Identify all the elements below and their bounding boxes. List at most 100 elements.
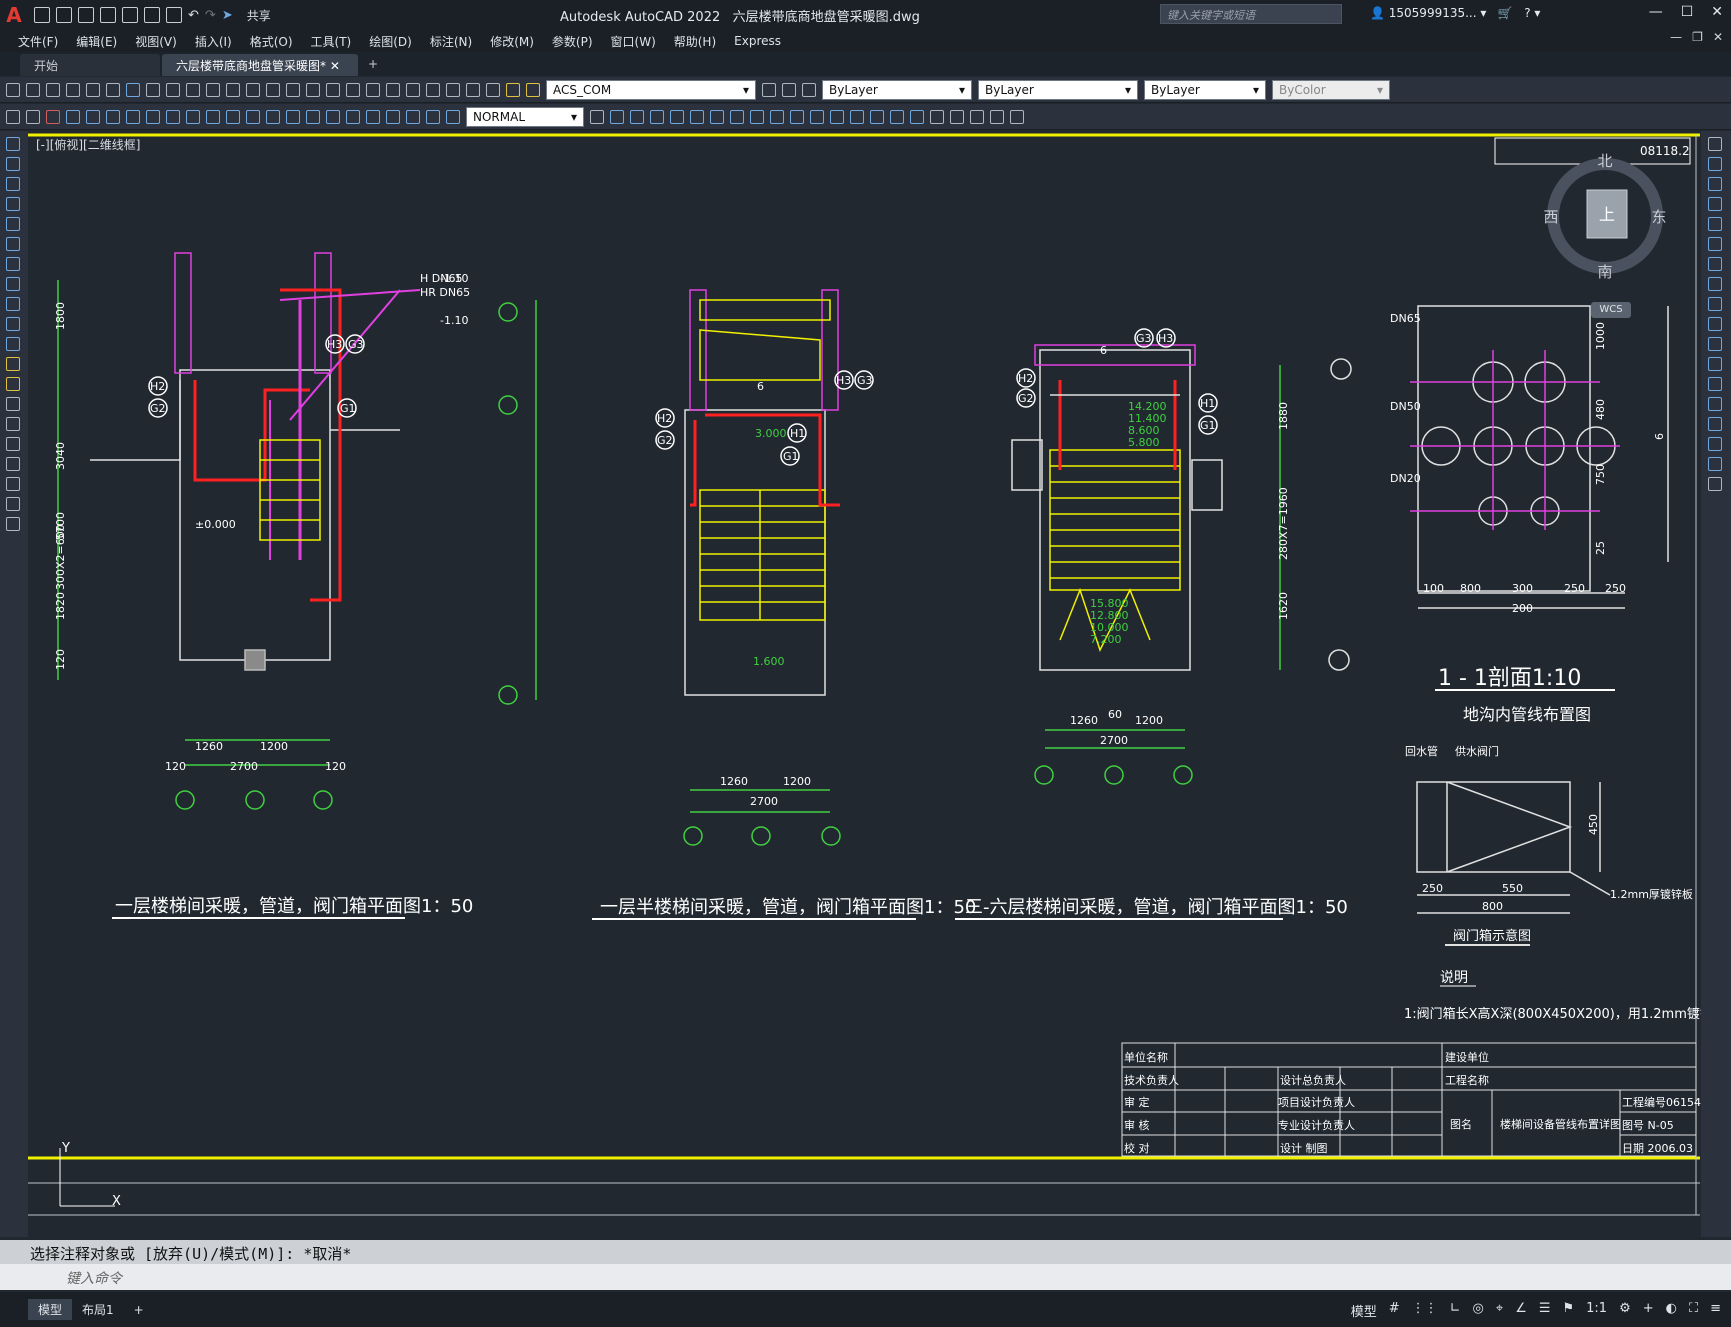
scale-icon[interactable] bbox=[750, 109, 764, 124]
move-icon[interactable] bbox=[710, 109, 724, 124]
bring-front-icon[interactable] bbox=[990, 109, 1004, 124]
revcloud-icon[interactable] bbox=[6, 277, 20, 291]
gradient-icon[interactable] bbox=[6, 437, 20, 451]
break-point-icon[interactable] bbox=[1708, 357, 1722, 371]
scale-icon[interactable] bbox=[1708, 277, 1722, 291]
draworder-icon[interactable] bbox=[970, 109, 984, 124]
share-button[interactable]: 共享 bbox=[247, 7, 271, 24]
publish-icon[interactable] bbox=[106, 82, 120, 97]
doc-restore-icon[interactable]: ❐ bbox=[1692, 30, 1703, 44]
add-selected-icon[interactable] bbox=[6, 517, 20, 531]
ellipse-arc-icon[interactable] bbox=[6, 337, 20, 351]
plot-icon[interactable] bbox=[166, 7, 182, 23]
viewcube-west[interactable]: 西 bbox=[1543, 208, 1558, 226]
tab-start[interactable]: 开始 bbox=[20, 54, 160, 76]
minimize-icon[interactable]: — bbox=[1649, 4, 1663, 20]
copy-icon[interactable] bbox=[166, 82, 180, 97]
snap-icon[interactable]: ⋮⋮ bbox=[1412, 1301, 1438, 1320]
offset-icon[interactable] bbox=[670, 109, 684, 124]
polygon-icon[interactable] bbox=[6, 197, 20, 211]
properties-icon[interactable] bbox=[346, 82, 360, 97]
offset-icon[interactable] bbox=[1708, 197, 1722, 211]
model-space-button[interactable]: 模型 bbox=[1351, 1301, 1377, 1320]
command-input[interactable]: 键入命令 bbox=[0, 1264, 1731, 1290]
grid-icon[interactable]: # bbox=[1389, 1301, 1400, 1320]
attribute-icon[interactable] bbox=[46, 109, 60, 124]
linear-dim-icon[interactable] bbox=[66, 109, 80, 124]
menu-format[interactable]: 格式(O) bbox=[250, 33, 293, 50]
plotstyle-dropdown[interactable]: ByColor ▾ bbox=[1272, 79, 1390, 100]
tab-layout1[interactable]: 布局1 bbox=[72, 1299, 124, 1320]
make-current-icon[interactable] bbox=[762, 82, 776, 97]
extend-icon[interactable] bbox=[810, 109, 824, 124]
dim-update-icon[interactable] bbox=[446, 109, 460, 124]
zoom-previous-icon[interactable] bbox=[326, 82, 340, 97]
undo-icon[interactable] bbox=[226, 82, 240, 97]
break-icon[interactable] bbox=[1708, 377, 1722, 391]
spline-icon[interactable] bbox=[6, 297, 20, 311]
jogged-icon[interactable] bbox=[166, 109, 180, 124]
redo-icon[interactable] bbox=[246, 82, 260, 97]
mirror-icon[interactable] bbox=[1708, 177, 1722, 191]
explode-icon[interactable] bbox=[910, 109, 924, 124]
3d-print-icon[interactable] bbox=[126, 82, 140, 97]
add-layout-button[interactable]: + bbox=[124, 1301, 154, 1319]
customize-icon[interactable]: ≡ bbox=[1710, 1301, 1721, 1320]
explode-icon[interactable] bbox=[1708, 477, 1722, 491]
polyline-icon[interactable] bbox=[6, 177, 20, 191]
zoom-window-icon[interactable] bbox=[306, 82, 320, 97]
ellipse-icon[interactable] bbox=[6, 317, 20, 331]
menu-dimension[interactable]: 标注(N) bbox=[430, 33, 472, 50]
circle-icon[interactable] bbox=[6, 257, 20, 271]
chamfer-icon[interactable] bbox=[1708, 417, 1722, 431]
tab-model[interactable]: 模型 bbox=[28, 1299, 73, 1320]
layer-states-icon[interactable] bbox=[802, 82, 816, 97]
aligned-dim-icon[interactable] bbox=[86, 109, 100, 124]
viewcube-north[interactable]: 北 bbox=[1597, 152, 1612, 170]
menu-window[interactable]: 窗口(W) bbox=[611, 33, 656, 50]
isolate-icon[interactable]: ◐ bbox=[1666, 1301, 1677, 1320]
quick-dim-icon[interactable] bbox=[226, 109, 240, 124]
cut-icon[interactable] bbox=[146, 82, 160, 97]
menu-express[interactable]: Express bbox=[734, 34, 781, 48]
erase-icon[interactable] bbox=[1708, 137, 1722, 151]
lineweight-icon[interactable]: ☰ bbox=[1539, 1301, 1551, 1320]
tab-document[interactable]: 六层楼带底商地盘管采暖图* ✕ bbox=[162, 54, 358, 76]
doc-minimize-icon[interactable]: — bbox=[1670, 30, 1682, 44]
dim-space-icon[interactable] bbox=[286, 109, 300, 124]
blend-icon[interactable] bbox=[1708, 457, 1722, 471]
open-icon[interactable] bbox=[56, 7, 72, 23]
copy-icon[interactable] bbox=[1708, 157, 1722, 171]
zoom-realtime-icon[interactable] bbox=[286, 82, 300, 97]
save-icon[interactable] bbox=[78, 7, 94, 23]
layer-properties-icon[interactable] bbox=[486, 82, 500, 97]
annotation-scale[interactable]: 1:1 bbox=[1586, 1301, 1607, 1320]
mtext-icon[interactable] bbox=[6, 497, 20, 511]
make-block-icon[interactable] bbox=[6, 377, 20, 391]
otrack-icon[interactable]: ∠ bbox=[1515, 1301, 1527, 1320]
autocad-logo-icon[interactable]: A bbox=[0, 0, 28, 30]
jogged-linear-icon[interactable] bbox=[386, 109, 400, 124]
sheet-set-icon[interactable] bbox=[406, 82, 420, 97]
layer-freeze-icon[interactable] bbox=[526, 82, 540, 97]
array-icon[interactable] bbox=[690, 109, 704, 124]
color-dropdown[interactable]: ByLayer ▾ bbox=[822, 79, 972, 100]
fillet-icon[interactable] bbox=[1708, 437, 1722, 451]
viewcube[interactable]: 上 北 南 西 东 bbox=[1541, 152, 1669, 281]
doc-close-icon[interactable]: ✕ bbox=[1713, 30, 1723, 44]
continue-icon[interactable] bbox=[266, 109, 280, 124]
new-icon[interactable] bbox=[34, 7, 50, 23]
hatch-icon[interactable] bbox=[6, 417, 20, 431]
viewcube-south[interactable]: 南 bbox=[1597, 263, 1612, 281]
help-icon[interactable] bbox=[466, 82, 480, 97]
xline-icon[interactable] bbox=[6, 157, 20, 171]
copy-obj-icon[interactable] bbox=[630, 109, 644, 124]
tolerance-icon[interactable] bbox=[326, 109, 340, 124]
break-icon[interactable] bbox=[830, 109, 844, 124]
viewcube-east[interactable]: 东 bbox=[1651, 208, 1666, 226]
block-icon[interactable] bbox=[6, 109, 20, 124]
menu-parameter[interactable]: 参数(P) bbox=[552, 33, 593, 50]
menu-tools[interactable]: 工具(T) bbox=[311, 33, 352, 50]
menu-draw[interactable]: 绘图(D) bbox=[369, 33, 412, 50]
center-mark-icon[interactable] bbox=[346, 109, 360, 124]
